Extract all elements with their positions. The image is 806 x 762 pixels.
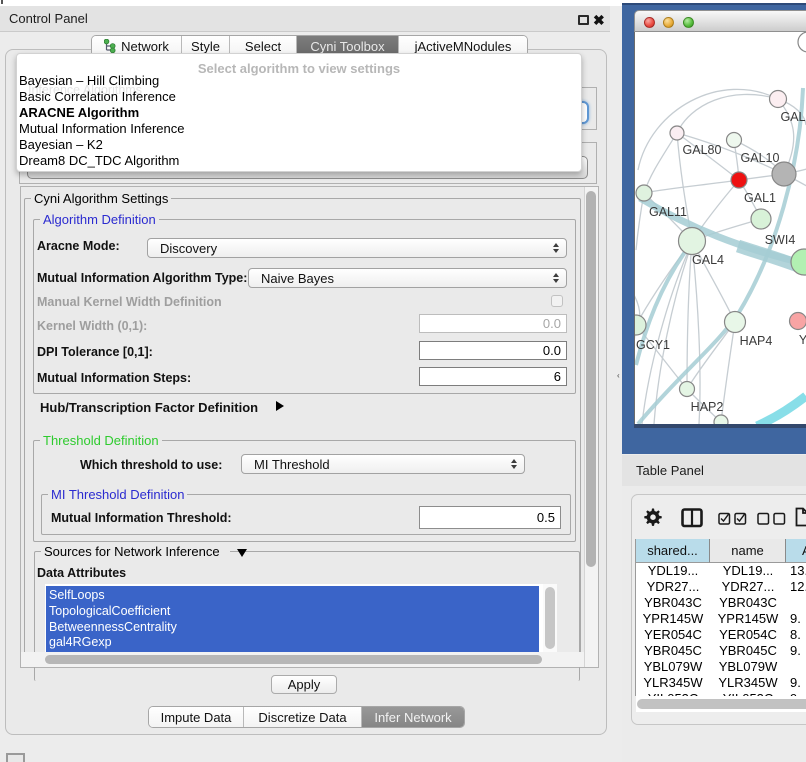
- svg-text:GAL10: GAL10: [741, 151, 780, 165]
- svg-text:GAL11: GAL11: [649, 205, 687, 219]
- svg-text:SWI4: SWI4: [765, 233, 796, 247]
- svg-text:HAP2: HAP2: [691, 400, 724, 414]
- svg-text:GAL4: GAL4: [692, 253, 724, 267]
- svg-text:GAL: GAL: [780, 110, 805, 124]
- svg-text:GAL1: GAL1: [744, 191, 776, 205]
- svg-text:HAP4: HAP4: [740, 334, 773, 348]
- svg-text:GAL80: GAL80: [683, 143, 722, 157]
- svg-text:Y: Y: [799, 333, 806, 347]
- svg-text:GCY1: GCY1: [636, 338, 670, 352]
